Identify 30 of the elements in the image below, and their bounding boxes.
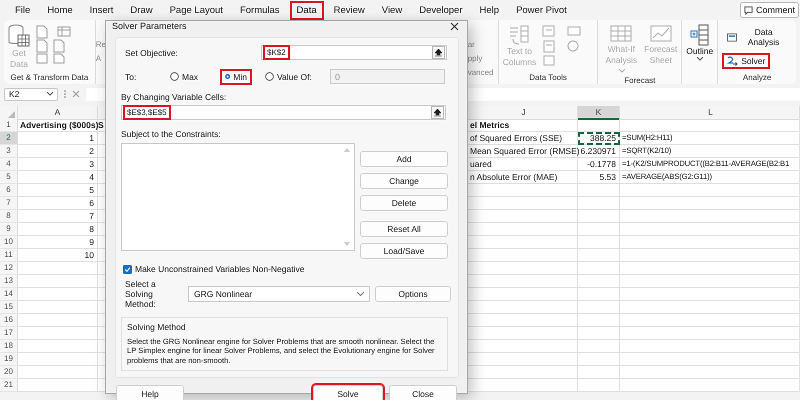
active-cell: 388.25 (578, 132, 620, 145)
method-label: Select a Solving Method: (124, 279, 157, 309)
ribbon-text: vanced (468, 68, 494, 77)
group-label: Get & Transform Data (9, 73, 90, 82)
ribbon-text: A (96, 54, 102, 63)
dialog-title: Solver Parameters (112, 21, 187, 31)
table-cell: 9 (18, 236, 98, 249)
table-cell: Advertising ($000s) (18, 119, 98, 132)
table-cell: 5.53 (578, 171, 620, 184)
table-cell: 6.230971 (578, 145, 620, 158)
table-cell: 7 (18, 210, 98, 223)
group-label: Data Tools (528, 73, 568, 82)
table-cell: 2 (18, 145, 98, 158)
ribbon-text: ar (468, 40, 476, 49)
objective-label: Set Objective: (124, 48, 179, 58)
table-cell: -0.1778 (578, 158, 620, 171)
table-cell: 3 (18, 158, 98, 171)
changing-cells-label: By Changing Variable Cells: (121, 92, 228, 103)
table-cell: 1 (18, 132, 98, 145)
description-title: Solving Method (127, 322, 187, 332)
table-cell: 10 (18, 249, 98, 262)
constraints-label: Subject to the Constraints: (121, 129, 222, 140)
to-label: To: (124, 72, 138, 82)
table-cell: 5 (18, 184, 98, 197)
table-cell: 6 (18, 197, 98, 210)
group-label: Forecast (623, 76, 656, 85)
table-cell: 8 (18, 223, 98, 236)
table-cell: 4 (18, 171, 98, 184)
group-label: Analyze (742, 73, 772, 82)
ribbon-text: pply (468, 54, 484, 63)
